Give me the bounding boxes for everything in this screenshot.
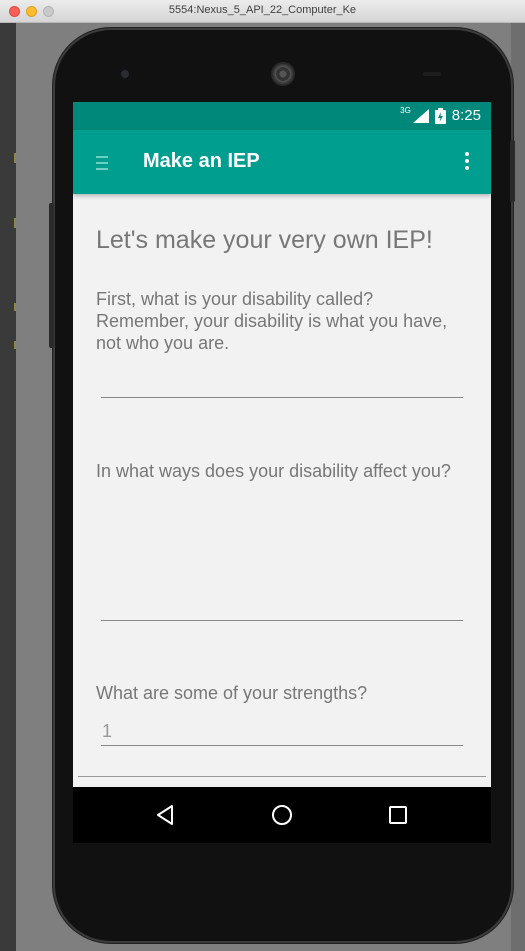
status-bar: 3G 8:25 — [73, 102, 491, 130]
strengths-input[interactable] — [101, 745, 463, 746]
signal-icon — [412, 108, 429, 123]
more-vert-icon[interactable] — [465, 152, 469, 172]
window-title: 5554:Nexus_5_API_22_Computer_Ke — [168, 4, 357, 16]
home-icon[interactable] — [271, 804, 293, 826]
app-bar: Make an IEP — [73, 130, 491, 194]
hamburger-icon[interactable] — [96, 156, 108, 170]
front-camera — [121, 70, 129, 78]
question-disability-name: First, what is your disability called? R… — [96, 289, 448, 353]
app-title: Make an IEP — [143, 150, 260, 172]
proximity-sensor — [423, 72, 441, 76]
device-screen: 3G 8:25 Make an IEP Let's make your very… — [73, 102, 491, 843]
disability-effects-input[interactable] — [101, 620, 463, 621]
window-titlebar: 5554:Nexus_5_API_22_Computer_Ke — [0, 0, 525, 23]
speaker-grill — [271, 62, 295, 86]
content-divider — [78, 776, 486, 777]
background-left-panel — [0, 23, 16, 951]
question-disability-effects: In what ways does your disability affect… — [96, 461, 451, 481]
navigation-bar — [73, 787, 491, 843]
recents-icon[interactable] — [387, 804, 409, 826]
page-heading: Let's make your very own IEP! — [96, 226, 433, 254]
strengths-input-value[interactable]: 1 — [102, 721, 112, 742]
volume-button[interactable] — [49, 203, 54, 348]
status-time: 8:25 — [451, 107, 481, 124]
battery-icon — [434, 107, 446, 124]
power-button[interactable] — [510, 140, 515, 202]
question-strengths: What are some of your strengths? — [96, 683, 368, 703]
back-icon[interactable] — [155, 804, 177, 826]
network-type: 3G — [400, 106, 411, 115]
disability-name-input[interactable] — [101, 397, 463, 398]
